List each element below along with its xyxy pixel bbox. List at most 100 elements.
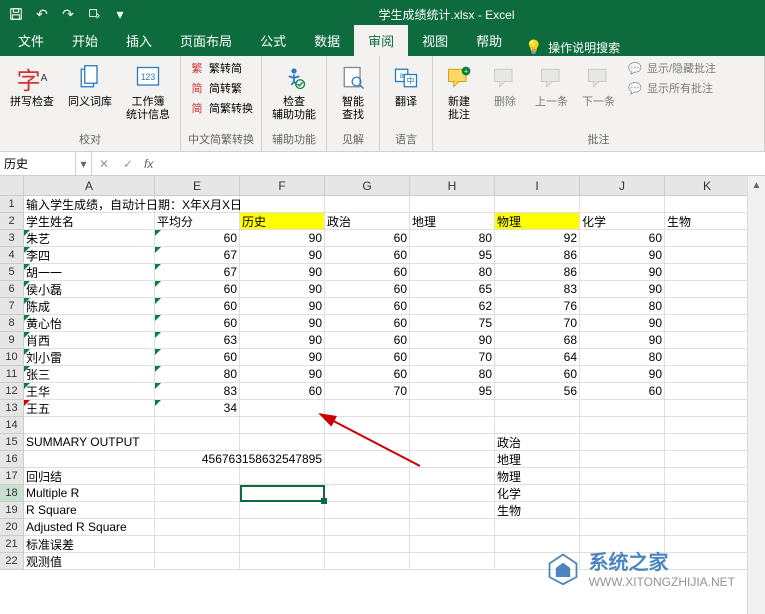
cell-I2[interactable]: 物理: [495, 213, 580, 230]
cell-K16[interactable]: [665, 451, 750, 468]
cell-I1[interactable]: [495, 196, 580, 213]
row-header-15[interactable]: 15: [0, 434, 24, 451]
cell-G5[interactable]: 60: [325, 264, 410, 281]
row-header-12[interactable]: 12: [0, 383, 24, 400]
cell-G2[interactable]: 政治: [325, 213, 410, 230]
cell-E2[interactable]: 平均分: [155, 213, 240, 230]
row-header-8[interactable]: 8: [0, 315, 24, 332]
cell-I5[interactable]: 86: [495, 264, 580, 281]
cell-G15[interactable]: [325, 434, 410, 451]
row-header-3[interactable]: 3: [0, 230, 24, 247]
formula-cancel-button[interactable]: ✕: [92, 152, 116, 175]
cell-K15[interactable]: [665, 434, 750, 451]
col-header-K[interactable]: K: [665, 176, 750, 196]
col-header-A[interactable]: A: [24, 176, 155, 196]
cell-G6[interactable]: 60: [325, 281, 410, 298]
cell-H8[interactable]: 75: [410, 315, 495, 332]
cell-H22[interactable]: [410, 553, 495, 570]
cell-K18[interactable]: [665, 485, 750, 502]
cell-J6[interactable]: 90: [580, 281, 665, 298]
cell-F9[interactable]: 90: [240, 332, 325, 349]
cell-E4[interactable]: 67: [155, 247, 240, 264]
cell-H13[interactable]: [410, 400, 495, 417]
cell-F2[interactable]: 历史: [240, 213, 325, 230]
fx-icon[interactable]: fx: [140, 157, 157, 171]
cell-I8[interactable]: 70: [495, 315, 580, 332]
cell-J16[interactable]: [580, 451, 665, 468]
cell-A17[interactable]: 回归结: [24, 468, 155, 485]
cell-I12[interactable]: 56: [495, 383, 580, 400]
cell-J1[interactable]: [580, 196, 665, 213]
cell-I4[interactable]: 86: [495, 247, 580, 264]
cell-H15[interactable]: [410, 434, 495, 451]
cell-H4[interactable]: 95: [410, 247, 495, 264]
save-button[interactable]: [4, 2, 28, 26]
cell-F21[interactable]: [240, 536, 325, 553]
cell-H14[interactable]: [410, 417, 495, 434]
trad-to-simp-button[interactable]: 繁繁转简: [185, 58, 257, 78]
row-header-21[interactable]: 21: [0, 536, 24, 553]
cell-F17[interactable]: [240, 468, 325, 485]
cell-F3[interactable]: 90: [240, 230, 325, 247]
cell-K6[interactable]: [665, 281, 750, 298]
cell-K14[interactable]: [665, 417, 750, 434]
cell-F19[interactable]: [240, 502, 325, 519]
cell-A20[interactable]: Adjusted R Square: [24, 519, 155, 536]
cell-H7[interactable]: 62: [410, 298, 495, 315]
row-header-18[interactable]: 18: [0, 485, 24, 502]
new-comment-button[interactable]: + 新建 批注: [437, 58, 481, 126]
cell-A2[interactable]: 学生姓名: [24, 213, 155, 230]
cell-K7[interactable]: [665, 298, 750, 315]
show-hide-comment-button[interactable]: 💬显示/隐藏批注: [623, 58, 720, 78]
undo-button[interactable]: ↶: [30, 2, 54, 26]
cell-F1[interactable]: [240, 196, 325, 213]
cell-A12[interactable]: 王华: [24, 383, 155, 400]
cell-J12[interactable]: 60: [580, 383, 665, 400]
cell-E13[interactable]: 34: [155, 400, 240, 417]
cell-A11[interactable]: 张三: [24, 366, 155, 383]
cell-G1[interactable]: [325, 196, 410, 213]
cell-K12[interactable]: [665, 383, 750, 400]
cell-F6[interactable]: 90: [240, 281, 325, 298]
cell-G16[interactable]: [325, 451, 410, 468]
cell-H6[interactable]: 65: [410, 281, 495, 298]
cell-G19[interactable]: [325, 502, 410, 519]
col-header-H[interactable]: H: [410, 176, 495, 196]
next-comment-button[interactable]: 下一条: [576, 58, 621, 113]
vertical-scrollbar[interactable]: ▲: [747, 176, 765, 614]
cell-J4[interactable]: 90: [580, 247, 665, 264]
col-header-E[interactable]: E: [155, 176, 240, 196]
translate-button[interactable]: a中 翻译: [384, 58, 428, 113]
cell-E17[interactable]: [155, 468, 240, 485]
tab-data[interactable]: 数据: [300, 25, 354, 56]
cell-F20[interactable]: [240, 519, 325, 536]
cell-J20[interactable]: [580, 519, 665, 536]
row-header-7[interactable]: 7: [0, 298, 24, 315]
cell-A10[interactable]: 刘小雷: [24, 349, 155, 366]
cell-H5[interactable]: 80: [410, 264, 495, 281]
cell-A21[interactable]: 标准误差: [24, 536, 155, 553]
cell-I18[interactable]: 化学: [495, 485, 580, 502]
tab-formulas[interactable]: 公式: [246, 25, 300, 56]
cell-A4[interactable]: 李四: [24, 247, 155, 264]
cell-G13[interactable]: [325, 400, 410, 417]
tab-review[interactable]: 审阅: [354, 25, 408, 56]
cell-J14[interactable]: [580, 417, 665, 434]
row-header-6[interactable]: 6: [0, 281, 24, 298]
cell-H2[interactable]: 地理: [410, 213, 495, 230]
cell-I19[interactable]: 生物: [495, 502, 580, 519]
cell-I6[interactable]: 83: [495, 281, 580, 298]
cell-I9[interactable]: 68: [495, 332, 580, 349]
cell-H12[interactable]: 95: [410, 383, 495, 400]
formula-enter-button[interactable]: ✓: [116, 152, 140, 175]
cell-F15[interactable]: [240, 434, 325, 451]
cell-H11[interactable]: 80: [410, 366, 495, 383]
cell-F22[interactable]: [240, 553, 325, 570]
cell-A6[interactable]: 侯小磊: [24, 281, 155, 298]
cell-G10[interactable]: 60: [325, 349, 410, 366]
cell-H3[interactable]: 80: [410, 230, 495, 247]
cell-G8[interactable]: 60: [325, 315, 410, 332]
col-header-J[interactable]: J: [580, 176, 665, 196]
cells-area[interactable]: 输入学生成绩，自动计日期：X年X月X日学生姓名平均分历史政治地理物理化学生物朱艺…: [24, 196, 750, 570]
cell-I14[interactable]: [495, 417, 580, 434]
